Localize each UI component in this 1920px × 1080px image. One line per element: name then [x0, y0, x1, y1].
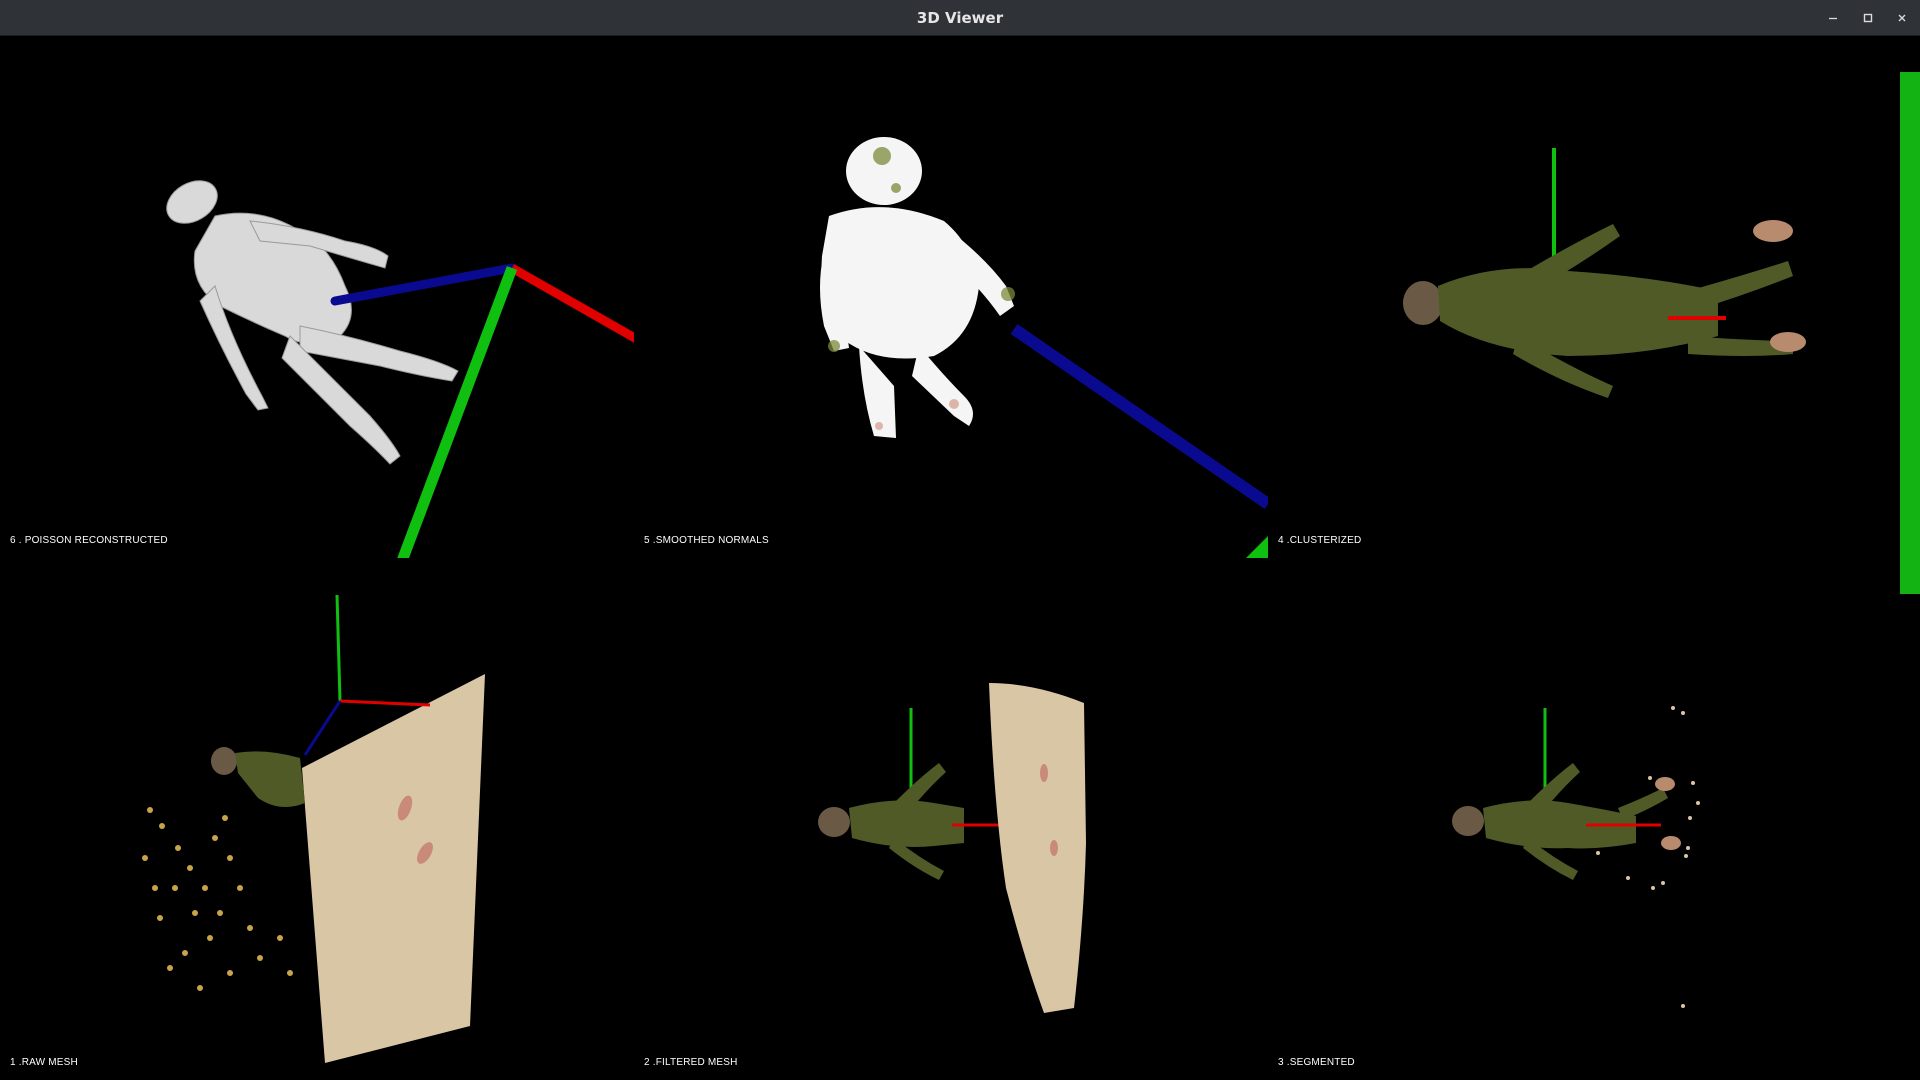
viewport-filtered[interactable]: 2 .FILTERED MESH — [634, 558, 1268, 1080]
viewport-label: 5 .SMOOTHED NORMALS — [644, 535, 769, 546]
minimize-button[interactable] — [1816, 0, 1850, 36]
poisson-axes — [330, 263, 634, 558]
raw-scatter-points — [142, 807, 293, 991]
viewport-label: 3 .SEGMENTED — [1278, 1057, 1355, 1068]
viewport-segmented[interactable]: 3 .SEGMENTED — [1268, 558, 1900, 1080]
segmented-figure — [1452, 763, 1668, 880]
axis-y — [1246, 536, 1268, 558]
viewport-label: 4 .CLUSTERIZED — [1278, 535, 1362, 546]
window-titlebar[interactable]: 3D Viewer — [0, 0, 1920, 36]
viewport-poisson[interactable]: 6 . POISSON RECONSTRUCTED — [0, 36, 634, 558]
close-button[interactable] — [1885, 0, 1919, 36]
smoothed-point-cloud — [820, 137, 1014, 438]
maximize-icon — [1851, 12, 1885, 24]
segmented-outlier-points — [1596, 706, 1700, 1008]
viewport-grid: 6 . POISSON RECONSTRUCTED 5 .SMOOTHED NO… — [0, 36, 1920, 1080]
axis-x — [339, 699, 431, 707]
smoothed-scene — [820, 137, 1268, 558]
close-icon — [1885, 12, 1919, 24]
viewport-smoothed[interactable]: 5 .SMOOTHED NORMALS — [634, 36, 1268, 558]
poisson-scene — [166, 180, 634, 558]
viewport-label: 6 . POISSON RECONSTRUCTED — [10, 535, 168, 546]
minimize-icon — [1816, 12, 1850, 24]
viewport-label: 2 .FILTERED MESH — [644, 1057, 738, 1068]
window-title: 3D Viewer — [916, 9, 1004, 27]
segmented-scene — [1452, 706, 1700, 1008]
filtered-scene — [818, 683, 1086, 1013]
filtered-wall-plane — [989, 683, 1086, 1013]
axis-z — [1010, 324, 1268, 509]
filtered-figure — [818, 763, 964, 880]
segmented-feet — [1655, 777, 1681, 850]
axis-y — [397, 266, 518, 558]
clusterized-scene — [1403, 148, 1806, 398]
clusterized-figure — [1403, 224, 1793, 398]
axis-y — [335, 594, 342, 702]
raw-scene — [142, 594, 485, 1063]
viewport-label: 1 .RAW MESH — [10, 1057, 78, 1068]
axis-z — [303, 700, 342, 756]
axis-z — [330, 263, 517, 306]
viewport-clusterized[interactable]: 4 .CLUSTERIZED — [1268, 36, 1900, 558]
raw-figure — [211, 747, 305, 807]
poisson-mesh-figure — [166, 180, 459, 465]
viewport-raw[interactable]: 1 .RAW MESH — [0, 558, 634, 1080]
scrollbar[interactable] — [1900, 72, 1920, 594]
raw-wall-plane — [302, 674, 485, 1063]
axis-x — [509, 264, 634, 343]
maximize-button[interactable] — [1851, 0, 1885, 36]
